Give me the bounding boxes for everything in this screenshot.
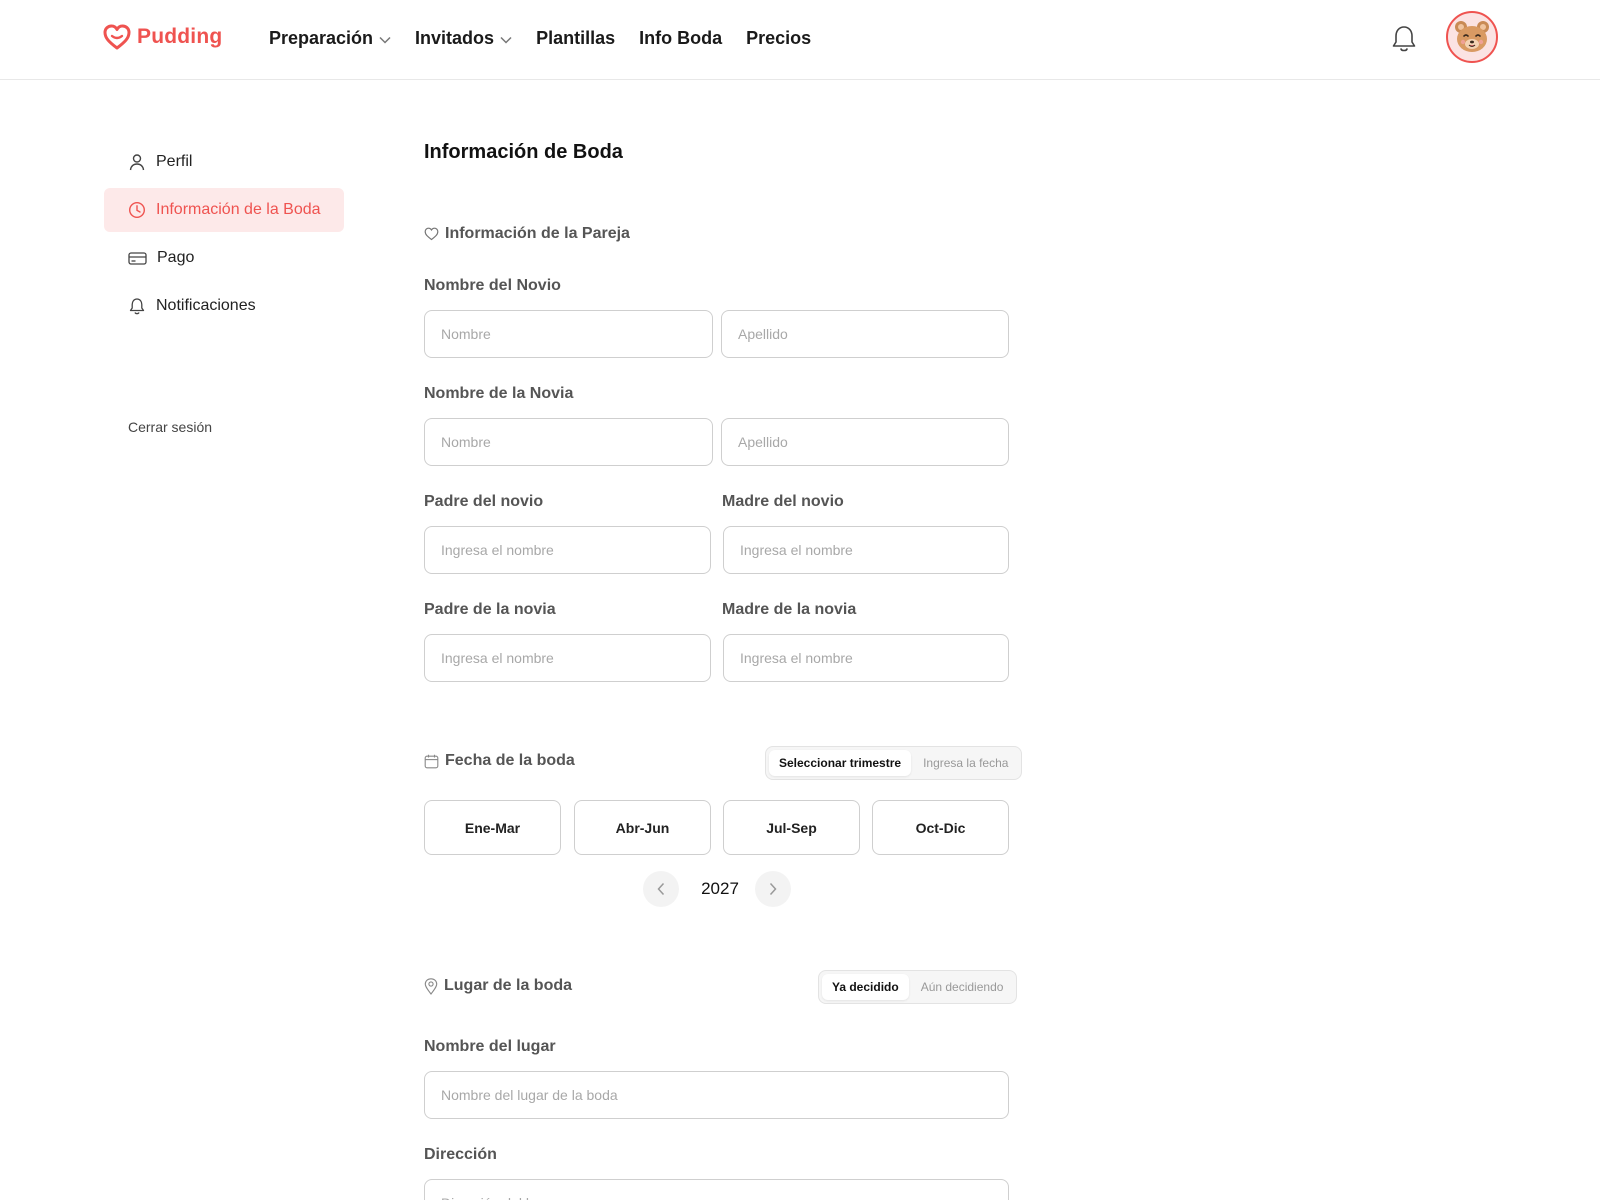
next-year-button[interactable] [755, 871, 791, 907]
brand-logo[interactable]: Pudding [103, 24, 222, 50]
section-title-text: Información de la Pareja [445, 225, 630, 242]
groom-mother-input[interactable] [723, 526, 1009, 574]
groom-father-input[interactable] [424, 526, 711, 574]
chevron-down-icon [379, 36, 391, 44]
sidebar-item-perfil[interactable]: Perfil [104, 140, 344, 184]
previous-year-button[interactable] [643, 871, 679, 907]
user-icon [129, 154, 145, 171]
bell-icon [129, 298, 145, 315]
top-header: Pudding Preparación Invitados Plantillas… [0, 0, 1600, 80]
nav-label: Info Boda [639, 28, 723, 48]
chevron-right-icon [769, 882, 777, 896]
section-wedding-date: Fecha de la boda [424, 752, 575, 770]
toggle-venue-decided[interactable]: Ya decidido [822, 974, 909, 1000]
clock-icon [128, 201, 146, 219]
bride-name-label: Nombre de la Novia [424, 385, 574, 402]
sidebar-item-label: Notificaciones [156, 297, 256, 314]
page-title: Información de Boda [424, 141, 623, 163]
groom-last-name-input[interactable] [721, 310, 1009, 358]
venue-address-label: Dirección [424, 1146, 497, 1163]
groom-name-label: Nombre del Novio [424, 277, 561, 294]
nav-invitados[interactable]: Invitados [415, 28, 512, 49]
toggle-select-quarter[interactable]: Seleccionar trimestre [769, 750, 912, 776]
bride-last-name-input[interactable] [721, 418, 1009, 466]
bell-icon [1392, 26, 1416, 52]
quarter-button-q2[interactable]: Abr-Jun [574, 800, 711, 855]
sidebar-item-notificaciones[interactable]: Notificaciones [104, 284, 344, 328]
groom-mother-label: Madre del novio [722, 493, 844, 510]
bride-mother-label: Madre de la novia [722, 601, 857, 618]
section-couple-info: Información de la Pareja [424, 225, 630, 243]
sidebar-item-informacion-boda[interactable]: Información de la Boda [104, 188, 344, 232]
notifications-button[interactable] [1390, 24, 1418, 54]
bride-father-input[interactable] [424, 634, 711, 682]
sidebar-item-label: Información de la Boda [156, 201, 321, 218]
user-avatar[interactable] [1446, 11, 1498, 63]
section-wedding-venue: Lugar de la boda [424, 977, 572, 995]
sidebar-item-label: Pago [157, 249, 195, 266]
nav-label: Invitados [415, 28, 495, 48]
calendar-icon [424, 754, 439, 768]
nav-plantillas[interactable]: Plantillas [536, 28, 615, 49]
nav-info-boda[interactable]: Info Boda [639, 28, 722, 49]
nav-precios[interactable]: Precios [746, 28, 811, 49]
venue-name-input[interactable] [424, 1071, 1009, 1119]
quarter-button-q1[interactable]: Ene-Mar [424, 800, 561, 855]
heart-logo-icon [103, 24, 131, 50]
heart-icon [424, 227, 439, 241]
nav-preparacion[interactable]: Preparación [269, 28, 391, 49]
nav-label: Preparación [269, 28, 374, 48]
venue-address-input[interactable] [424, 1179, 1009, 1200]
bride-mother-input[interactable] [723, 634, 1009, 682]
quarter-button-q3[interactable]: Jul-Sep [723, 800, 860, 855]
bride-father-label: Padre de la novia [424, 601, 556, 618]
section-title-text: Fecha de la boda [445, 752, 575, 769]
groom-father-label: Padre del novio [424, 493, 544, 510]
main-nav: Preparación Invitados Plantillas Info Bo… [269, 28, 835, 49]
chevron-left-icon [657, 882, 665, 896]
nav-label: Plantillas [536, 28, 616, 48]
sidebar-item-label: Perfil [156, 153, 193, 170]
nav-label: Precios [746, 28, 812, 48]
toggle-venue-deciding[interactable]: Aún decidiendo [911, 974, 1014, 1000]
logout-link[interactable]: Cerrar sesión [128, 419, 212, 435]
chevron-down-icon [500, 36, 512, 44]
location-pin-icon [424, 977, 438, 995]
card-icon [128, 251, 147, 265]
venue-name-label: Nombre del lugar [424, 1038, 556, 1055]
brand-name: Pudding [137, 25, 223, 48]
toggle-enter-date[interactable]: Ingresa la fecha [913, 750, 1018, 776]
section-title-text: Lugar de la boda [444, 977, 573, 994]
quarter-button-q4[interactable]: Oct-Dic [872, 800, 1009, 855]
sidebar-item-pago[interactable]: Pago [104, 236, 344, 280]
year-value: 2027 [701, 879, 739, 898]
venue-status-toggle: Ya decidido Aún decidiendo [818, 970, 1018, 1004]
bride-first-name-input[interactable] [424, 418, 713, 466]
bear-avatar-icon [1455, 21, 1489, 52]
groom-first-name-input[interactable] [424, 310, 713, 358]
date-mode-toggle: Seleccionar trimestre Ingresa la fecha [765, 746, 1023, 780]
